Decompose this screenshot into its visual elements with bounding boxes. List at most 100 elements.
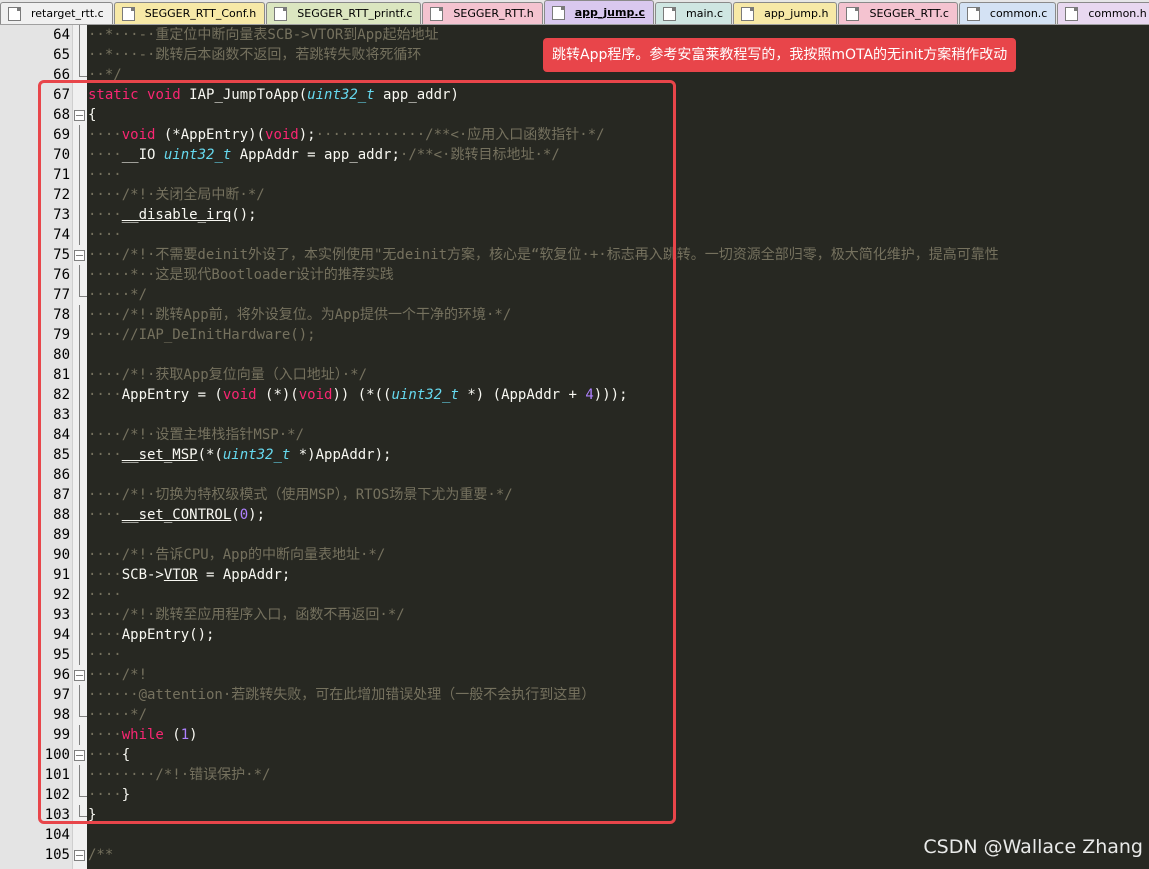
tab-label: SEGGER_RTT_printf.c [297,7,413,20]
line-number: 80 [53,347,70,363]
code-line[interactable]: 83 [0,405,1149,425]
tab-file[interactable]: app_jump.c [543,0,655,24]
tab-file[interactable]: app_jump.h [733,2,838,24]
code-line[interactable]: 86 [0,465,1149,485]
code-token: ···· [88,387,122,403]
code-token: ···· [88,147,122,163]
code-line[interactable]: 71 ···· [0,165,1149,185]
code-line[interactable]: 97 ······@attention·若跳转失败，可在此增加错误处理（一般不会执… [0,685,1149,705]
fold-toggle-icon[interactable] [74,250,85,261]
tab-label: retarget_rtt.c [31,7,104,20]
code-token: ))); [593,387,628,403]
code-text: ····/*! [88,665,147,685]
tab-file[interactable]: SEGGER_RTT.c [838,2,958,24]
fold-toggle-icon[interactable] [74,750,85,761]
code-line[interactable]: 102 ····} [0,785,1149,805]
code-line[interactable]: 91 ····SCB->VTOR = AppAddr; [0,565,1149,585]
file-icon [8,6,21,21]
code-line[interactable]: 90 ····/*!·告诉CPU，App的中断向量表地址·*/ [0,545,1149,565]
fold-toggle-icon[interactable] [74,110,85,121]
code-text: /** [88,845,113,865]
code-line[interactable]: 92 ···· [0,585,1149,605]
fold-guide [79,565,80,585]
code-line[interactable]: 87 ····/*!·切换为特权级模式（使用MSP），RTOS场景下尤为重要·*/ [0,485,1149,505]
tab-file[interactable]: SEGGER_RTT.h [422,2,543,24]
code-token: uint32_t [222,447,291,463]
code-line[interactable]: 76 ·····*··这是现代Bootloader设计的推荐实践 [0,265,1149,285]
code-line[interactable]: 99 ····while (1) [0,725,1149,745]
code-line[interactable]: 72 ····/*!·关闭全局中断·*/ [0,185,1149,205]
code-line[interactable]: 98 ·····*/ [0,705,1149,725]
line-number: 84 [53,427,70,443]
line-number: 85 [53,447,70,463]
code-line[interactable]: 103} [0,805,1149,825]
code-token: ···· [88,507,122,523]
code-line[interactable]: 68 { [0,105,1149,125]
tab-file[interactable]: retarget_rtt.c [0,2,113,24]
tab-file[interactable]: common.h [1057,2,1149,24]
code-token: ···· [88,587,122,603]
code-token: ···· [88,227,122,243]
code-token: IAP_JumpToApp( [180,87,308,103]
code-token: ) [189,727,198,743]
code-text: ····/*!·设置主堆栈指针MSP·*/ [88,425,304,445]
fold-toggle-icon[interactable] [74,850,85,861]
fold-toggle-icon[interactable] [74,670,85,681]
code-text: ····//IAP_DeInitHardware(); [88,325,316,345]
code-token: ····//IAP_DeInitHardware(); [88,327,316,343]
code-line[interactable]: 82 ····AppEntry = (void (*)(void)) (*((ui… [0,385,1149,405]
code-line[interactable]: 80 [0,345,1149,365]
code-line[interactable]: 74 ···· [0,225,1149,245]
code-text: ·····*/ [88,285,147,305]
code-line[interactable]: 79 ····//IAP_DeInitHardware(); [0,325,1149,345]
tab-file[interactable]: SEGGER_RTT_printf.c [266,2,422,24]
code-line[interactable]: 69 ····void (*AppEntry)(void);···········… [0,125,1149,145]
file-icon [741,6,755,21]
code-token: ··*···-·重定位中断向量表SCB->VTOR到App起始地址 [88,27,439,43]
code-line[interactable]: 75 ····/*!·不需要deinit外设了，本实例使用"无deinit方案，核… [0,245,1149,265]
file-icon [846,6,860,21]
code-line[interactable]: 67 static void IAP_JumpToApp(uint32_t app… [0,85,1149,105]
fold-guide [79,625,80,645]
code-token: ···· [88,567,122,583]
code-text: ···· [88,225,122,245]
code-line[interactable]: 95 ···· [0,645,1149,665]
fold-guide [79,205,80,225]
code-token: *) (AppAddr + [458,387,586,403]
code-line[interactable]: 70 ····__IO uint32_t AppAddr = app_addr;·… [0,145,1149,165]
code-line[interactable]: 101 ········/*!·错误保护·*/ [0,765,1149,785]
line-number: 74 [53,227,70,243]
code-token: ···· [88,787,122,803]
code-line[interactable]: 81 ····/*!·获取App复位向量（入口地址）·*/ [0,365,1149,385]
code-token: 1 [180,727,190,743]
code-token: AppEntry(); [121,627,215,643]
tab-file[interactable]: common.c [958,2,1057,24]
code-line[interactable]: 73 ····__disable_irq(); [0,205,1149,225]
code-line[interactable]: 89 [0,525,1149,545]
line-number: 73 [53,207,70,223]
code-line[interactable]: 94 ····AppEntry(); [0,625,1149,645]
code-token: uint32_t [307,87,375,103]
fold-guide [79,185,80,205]
code-line[interactable]: 93 ····/*!·跳转至应用程序入口，函数不再返回·*/ [0,605,1149,625]
code-token: ); [248,507,266,523]
code-token: ( [231,507,240,523]
tab-label: SEGGER_RTT.c [869,7,949,20]
code-line[interactable]: 77 ·····*/ [0,285,1149,305]
tab-file[interactable]: SEGGER_RTT_Conf.h [113,2,266,24]
code-line[interactable]: 100 ····{ [0,745,1149,765]
code-editor[interactable]: 64 ··*···-·重定位中断向量表SCB->VTOR到App起始地址 65 ··*… [0,25,1149,869]
tab-file[interactable]: main.c [655,2,733,24]
tab-label: common.h [1088,7,1147,20]
fold-guide [79,405,80,425]
code-line[interactable]: 88 ····__set_CONTROL(0); [0,505,1149,525]
code-token: ···· [88,207,122,223]
code-token: ·/**<·跳转目标地址·*/ [399,147,560,163]
code-line[interactable]: 96 ····/*! [0,665,1149,685]
code-line[interactable]: 85 ····__set_MSP(*(uint32_t *)AppAddr); [0,445,1149,465]
code-token: 4 [585,387,594,403]
code-line[interactable]: 84 ····/*!·设置主堆栈指针MSP·*/ [0,425,1149,445]
code-text: ····/*!·跳转App前，将外设复位。为App提供一个干净的环境·*/ [88,305,511,325]
code-line[interactable]: 78 ····/*!·跳转App前，将外设复位。为App提供一个干净的环境·*/ [0,305,1149,325]
code-text: ····while (1) [88,725,198,745]
